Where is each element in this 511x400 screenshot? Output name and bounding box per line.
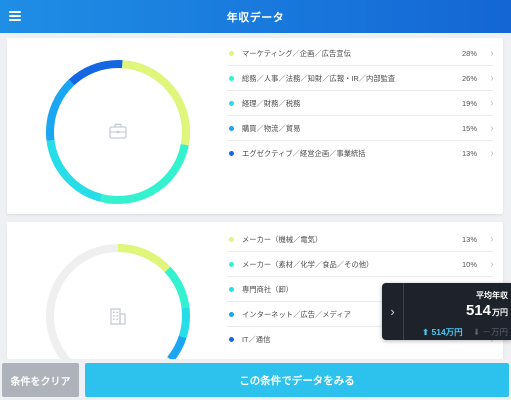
- list-item-label: メーカー（素材／化学／食品／その他）: [242, 259, 374, 269]
- app-header: 年収データ: [0, 0, 511, 33]
- chevron-right-icon: ›: [490, 48, 494, 59]
- legend-dot: [229, 337, 234, 342]
- list-item-percent: 10%: [461, 260, 477, 269]
- list-item-percent: 13%: [461, 235, 477, 244]
- list-item[interactable]: 総務／人事／法務／知財／広報・IR／内部監査 26% ›: [227, 66, 503, 91]
- list-item-label: 購買／物流／貿易: [242, 123, 301, 133]
- salary-compare-text: －万円: [482, 327, 508, 337]
- list-item-label: メーカー（機械／電気）: [242, 234, 323, 244]
- list-item-percent: 19%: [461, 99, 477, 108]
- legend-dot: [229, 76, 234, 81]
- average-salary-popup: › 平均年収 514万円 ⬆ 514万円 ⬇ －万円: [382, 283, 511, 340]
- salary-unit: 万円: [492, 308, 508, 317]
- building-icon: [110, 308, 126, 325]
- chevron-right-icon: ›: [490, 98, 494, 109]
- salary-sub-text: 514万円: [431, 327, 463, 337]
- list-item-percent: 15%: [461, 124, 477, 133]
- list-item-percent: 13%: [461, 149, 477, 158]
- legend-dot: [229, 237, 234, 242]
- salary-number: 514: [465, 302, 491, 319]
- salary-sub-value: ⬆ 514万円: [422, 327, 463, 337]
- legend-dot: [229, 312, 234, 317]
- job-category-list: マーケティング／企画／広告宣伝 28% › 総務／人事／法務／知財／広報・IR／内部…: [227, 41, 503, 166]
- chevron-right-icon[interactable]: ›: [382, 283, 404, 340]
- salary-compare-value: ⬇ －万円: [473, 327, 508, 337]
- legend-dot: [229, 101, 234, 106]
- list-item-label: マーケティング／企画／広告宣伝: [242, 48, 351, 58]
- list-item[interactable]: メーカー（素材／化学／食品／その他） 10% ›: [227, 252, 503, 277]
- chevron-right-icon: ›: [490, 259, 494, 270]
- chevron-right-icon: ›: [490, 123, 494, 134]
- hamburger-menu-icon[interactable]: [9, 11, 21, 21]
- list-item[interactable]: メーカー（機械／電気） 13% ›: [227, 227, 503, 252]
- job-category-card: マーケティング／企画／広告宣伝 28% › 総務／人事／法務／知財／広報・IR／内部…: [7, 38, 503, 214]
- list-item-label: 総務／人事／法務／知財／広報・IR／内部監査: [242, 73, 396, 83]
- page-title: 年収データ: [226, 11, 285, 24]
- legend-dot: [229, 262, 234, 267]
- list-item-label: エグゼクティブ／経営企画／事業統括: [242, 148, 366, 158]
- chevron-right-icon: ›: [490, 148, 494, 159]
- popup-title: 平均年収: [476, 291, 508, 300]
- list-item-percent: 28%: [461, 49, 477, 58]
- legend-dot: [229, 151, 234, 156]
- list-item[interactable]: エグゼクティブ／経営企画／事業統括 13% ›: [227, 141, 503, 166]
- industry-donut: [46, 244, 190, 362]
- list-item-label: 経理／財務／税務: [242, 98, 301, 108]
- chevron-right-icon: ›: [490, 234, 494, 245]
- legend-dot: [229, 51, 234, 56]
- list-item[interactable]: マーケティング／企画／広告宣伝 28% ›: [227, 41, 503, 66]
- briefcase-icon: [109, 123, 127, 139]
- list-item-percent: 26%: [461, 74, 477, 83]
- legend-dot: [229, 287, 234, 292]
- view-data-button[interactable]: この条件でデータをみる: [85, 363, 509, 397]
- list-item[interactable]: 購買／物流／貿易 15% ›: [227, 116, 503, 141]
- clear-conditions-button[interactable]: 条件をクリア: [2, 363, 79, 397]
- average-salary-value: 514万円: [466, 302, 508, 319]
- legend-dot: [229, 126, 234, 131]
- chevron-right-icon: ›: [490, 73, 494, 84]
- list-item[interactable]: 経理／財務／税務 19% ›: [227, 91, 503, 116]
